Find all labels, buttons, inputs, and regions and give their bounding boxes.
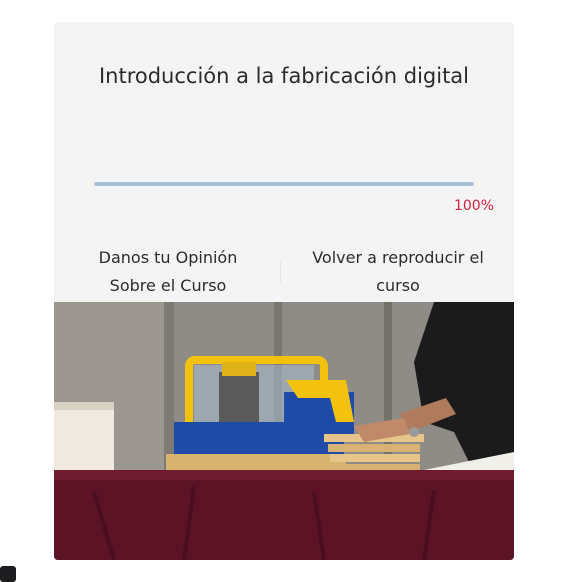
- progress-percent: 100%: [453, 198, 494, 214]
- feedback-link[interactable]: Danos tu Opinión Sobre el Curso: [78, 244, 258, 300]
- progress-bar-fill: [94, 182, 474, 186]
- actions-divider: [280, 260, 281, 284]
- course-card: Introducción a la fabricación digital 10…: [54, 22, 514, 560]
- corner-widget[interactable]: [0, 566, 16, 582]
- replay-course-link[interactable]: Volver a reproducir el curso: [298, 244, 498, 300]
- course-title: Introducción a la fabricación digital: [98, 64, 470, 88]
- course-cover-image: [54, 302, 514, 560]
- progress-bar: [94, 182, 474, 186]
